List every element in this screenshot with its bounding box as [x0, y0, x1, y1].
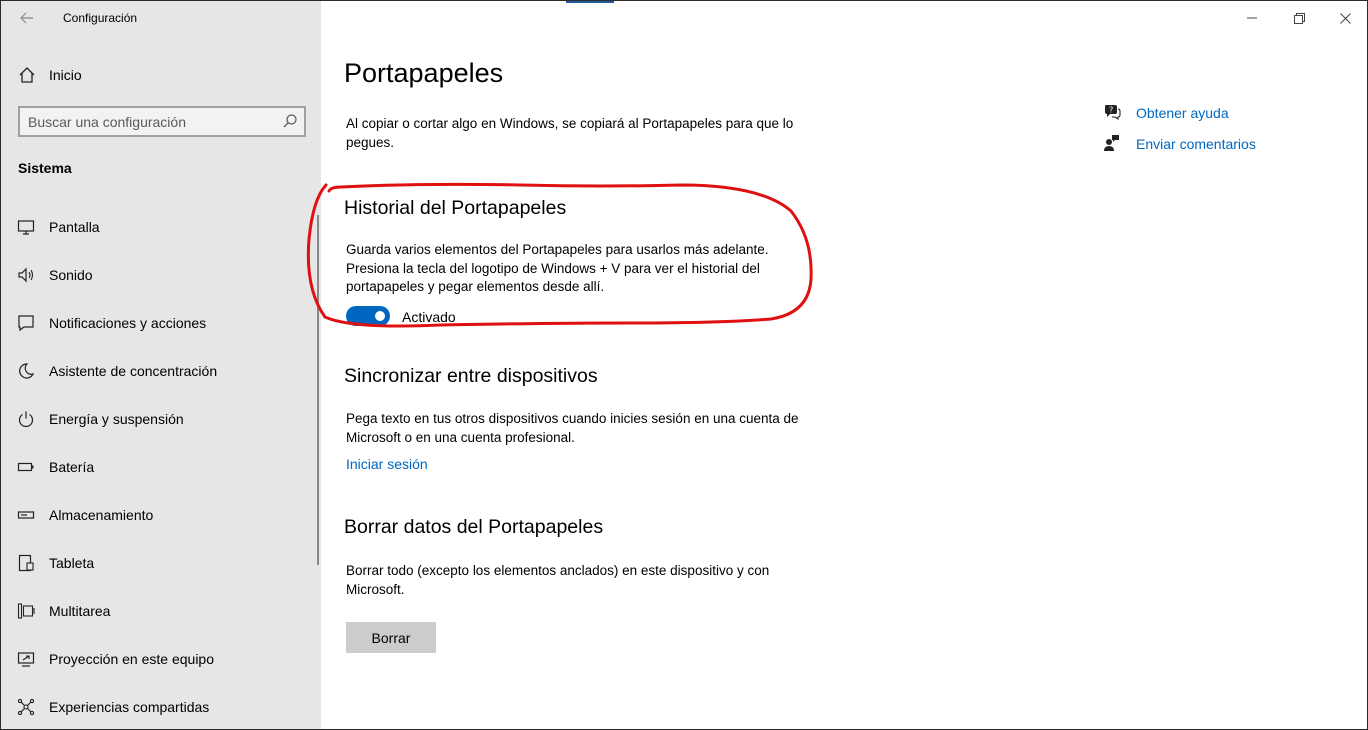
battery-icon: [17, 462, 34, 472]
moon-icon: [19, 363, 35, 379]
section-title: Sistema: [18, 160, 72, 176]
get-help-link[interactable]: Obtener ayuda: [1136, 105, 1229, 121]
feedback-link[interactable]: Enviar comentarios: [1136, 136, 1256, 152]
sidebar-item-label: Inicio: [49, 67, 82, 83]
help-chat-icon: ?: [1105, 105, 1121, 121]
intro-text: Al copiar o cortar algo en Windows, se c…: [346, 116, 794, 150]
clear-heading: Borrar datos del Portapapeles: [344, 516, 604, 538]
sidebar-scrollbar[interactable]: [317, 215, 319, 565]
close-icon: [1339, 13, 1351, 24]
clipboard-history-toggle[interactable]: [346, 306, 390, 326]
restore-icon: [1293, 13, 1305, 24]
history-heading: Historial del Portapapeles: [344, 197, 567, 219]
search-box[interactable]: [18, 106, 306, 137]
search-icon: [283, 114, 297, 128]
multitask-icon: [17, 603, 35, 619]
sidebar-item-label: Notificaciones y acciones: [49, 315, 207, 331]
sidebar-item-sonido[interactable]: Sonido: [1, 255, 321, 295]
monitor-icon: [17, 220, 35, 235]
tablet-icon: [18, 554, 34, 572]
sidebar-item-multitarea[interactable]: Multitarea: [1, 591, 321, 631]
notification-icon: [18, 315, 34, 332]
sidebar-item-label: Pantalla: [49, 219, 100, 235]
sidebar-item-label: Tableta: [49, 555, 95, 571]
minimize-icon: [1247, 17, 1257, 19]
search-input[interactable]: [28, 112, 278, 132]
projection-icon: [17, 652, 35, 667]
sidebar-item-asistente[interactable]: Asistente de concentración: [1, 351, 321, 391]
sidebar-item-label: Batería: [49, 459, 95, 475]
sidebar-item-tableta[interactable]: Tableta: [1, 543, 321, 583]
back-button[interactable]: [13, 5, 41, 31]
sidebar-item-proyeccion[interactable]: Proyección en este equipo: [1, 639, 321, 679]
svg-text:?: ?: [1109, 106, 1113, 115]
feedback-icon: [1104, 135, 1119, 151]
sidebar-item-pantalla[interactable]: Pantalla: [1, 207, 321, 247]
sign-in-link[interactable]: Iniciar sesión: [346, 456, 428, 472]
sidebar-item-label: Almacenamiento: [49, 507, 154, 523]
sidebar-item-home[interactable]: Inicio: [15, 64, 305, 86]
history-description: Guarda varios elementos del Portapapeles…: [346, 242, 769, 294]
sync-description: Pega texto en tus otros dispositivos cua…: [346, 411, 799, 445]
app-title: Configuración: [63, 11, 138, 25]
sidebar-item-label: Proyección en este equipo: [49, 651, 214, 667]
speaker-icon: [18, 267, 34, 283]
clear-description: Borrar todo (excepto los elementos ancla…: [346, 563, 770, 597]
clear-button[interactable]: Borrar: [346, 622, 436, 653]
sidebar-item-label: Energía y suspensión: [49, 411, 184, 427]
sidebar-item-energia[interactable]: Energía y suspensión: [1, 399, 321, 439]
restore-button[interactable]: [1284, 5, 1314, 31]
sidebar-item-experiencias[interactable]: Experiencias compartidas: [1, 687, 321, 727]
shared-experiences-icon: [17, 698, 35, 716]
sidebar-item-bateria[interactable]: Batería: [1, 447, 321, 487]
sidebar-item-label: Multitarea: [49, 603, 111, 619]
toggle-knob: [375, 311, 385, 321]
storage-icon: [17, 511, 35, 519]
sidebar: Configuración Inicio Sistema Pantalla So…: [1, 1, 321, 729]
sidebar-item-almacenamiento[interactable]: Almacenamiento: [1, 495, 321, 535]
sync-heading: Sincronizar entre dispositivos: [344, 365, 598, 387]
sidebar-item-label: Experiencias compartidas: [49, 699, 210, 715]
taskbar-indicator: [566, 1, 614, 3]
sidebar-item-notificaciones[interactable]: Notificaciones y acciones: [1, 303, 321, 343]
sidebar-item-label: Asistente de concentración: [49, 363, 218, 379]
toggle-state-label: Activado: [402, 309, 456, 325]
close-button[interactable]: [1330, 5, 1360, 31]
page-title: Portapapeles: [344, 58, 504, 88]
home-icon: [19, 67, 35, 83]
settings-window: Configuración Inicio Sistema Pantalla So…: [0, 0, 1368, 730]
power-icon: [18, 411, 34, 428]
back-arrow-icon: [20, 12, 33, 24]
sidebar-item-label: Sonido: [49, 267, 93, 283]
minimize-button[interactable]: [1237, 5, 1267, 31]
